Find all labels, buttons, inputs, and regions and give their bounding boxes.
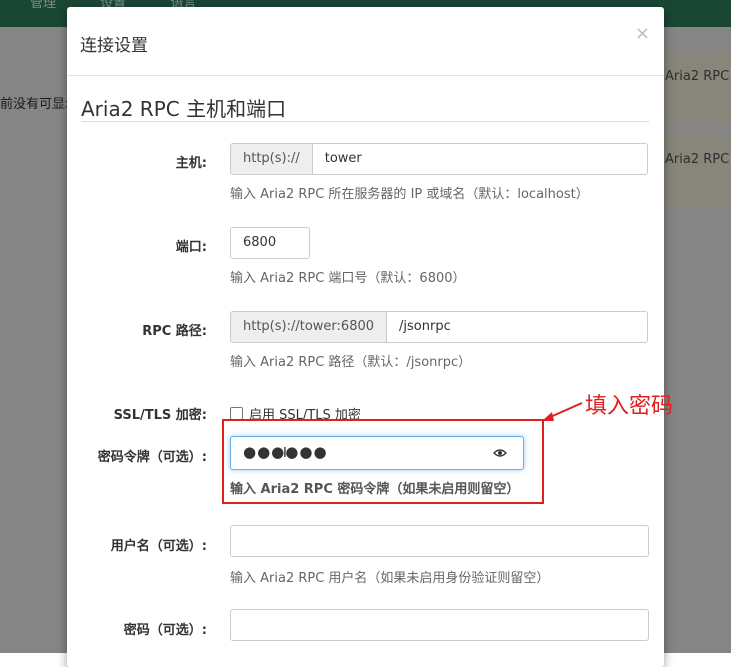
host-input[interactable]: tower xyxy=(311,143,648,175)
rpc-path-prefix: http(s)://tower:6800 xyxy=(230,311,387,343)
host-prefix: http(s):// xyxy=(230,143,312,175)
rpc-path-input[interactable]: /jsonrpc xyxy=(386,311,648,343)
username-input[interactable] xyxy=(230,525,649,557)
annotation-text: 填入密码 xyxy=(585,394,674,419)
host-label: 主机: xyxy=(175,156,207,171)
port-help: 输入 Aria2 RPC 端口号（默认：6800） xyxy=(230,271,466,286)
modal-header: 连接设置 × xyxy=(67,7,664,76)
password-label: 密码（可选）: xyxy=(123,623,207,638)
close-button[interactable]: × xyxy=(635,23,650,44)
annotation-highlight-box xyxy=(222,419,544,504)
secret-label: 密码令牌（可选）: xyxy=(97,450,207,465)
password-input[interactable] xyxy=(230,609,649,641)
connection-settings-modal: 连接设置 × Aria2 RPC 主机和端口 主机: http(s):// to… xyxy=(67,7,664,667)
rpc-path-help: 输入 Aria2 RPC 路径（默认：/jsonrpc） xyxy=(230,355,472,370)
ssl-label: SSL/TLS 加密: xyxy=(113,408,207,423)
host-help: 输入 Aria2 RPC 所在服务器的 IP 或域名（默认：localhost） xyxy=(230,187,589,202)
port-label: 端口: xyxy=(175,240,207,255)
host-input-group: http(s):// tower xyxy=(230,143,648,175)
username-help: 输入 Aria2 RPC 用户名（如果未启用身份验证则留空） xyxy=(230,571,550,586)
section-divider xyxy=(81,121,649,122)
rpc-path-input-group: http(s)://tower:6800 /jsonrpc xyxy=(230,311,648,343)
port-input[interactable]: 6800 xyxy=(230,227,310,259)
username-label: 用户名（可选）: xyxy=(110,539,207,554)
rpc-path-label: RPC 路径: xyxy=(142,324,207,339)
modal-title: 连接设置 xyxy=(80,36,148,56)
section-title: Aria2 RPC 主机和端口 xyxy=(81,97,287,121)
